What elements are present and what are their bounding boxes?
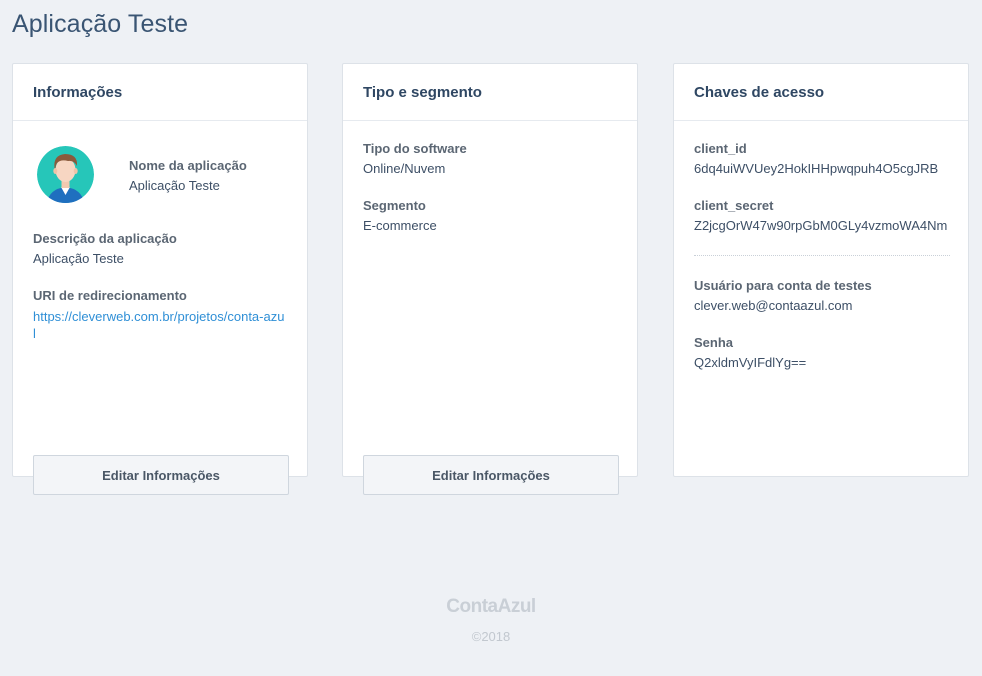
client-secret-field: client_secret Z2jcgOrW47w90rpGbM0GLy4vzm… xyxy=(694,198,948,234)
edit-segment-button[interactable]: Editar Informações xyxy=(363,455,619,495)
redirect-uri-link[interactable]: https://cleverweb.com.br/projetos/conta-… xyxy=(33,308,287,342)
segment-value: E-commerce xyxy=(363,218,437,233)
client-id-value[interactable]: 6dq4uiWVUey2HokIHHpwqpuh4O5cgJRB xyxy=(694,161,948,177)
password-field: Senha Q2xldmVyIFdlYg== xyxy=(694,335,948,371)
test-user-label: Usuário para conta de testes xyxy=(694,278,872,293)
test-user-value[interactable]: clever.web@contaazul.com xyxy=(694,298,948,314)
software-type-field: Tipo do software Online/Nuvem xyxy=(363,141,617,177)
access-keys-card-title: Chaves de acesso xyxy=(674,64,968,121)
password-value[interactable]: Q2xldmVyIFdlYg== xyxy=(694,355,948,371)
segment-card: Tipo e segmento Tipo do software Online/… xyxy=(342,63,638,495)
software-type-value: Online/Nuvem xyxy=(363,161,446,176)
redirect-uri-label: URI de redirecionamento xyxy=(33,288,187,303)
edit-info-button[interactable]: Editar Informações xyxy=(33,455,289,495)
access-keys-card: Chaves de acesso client_id 6dq4uiWVUey2H… xyxy=(673,63,969,477)
keys-divider xyxy=(694,255,950,256)
info-card: Informações Nome da aplicação Aplicação … xyxy=(12,63,308,495)
page-title: Aplicação Teste xyxy=(12,10,189,38)
description-field: Descrição da aplicação Aplicação Teste xyxy=(33,231,287,267)
segment-card-title: Tipo e segmento xyxy=(343,64,637,121)
footer-copyright: ©2018 xyxy=(471,629,511,644)
info-card-title: Informações xyxy=(13,64,307,121)
client-id-label: client_id xyxy=(694,141,747,156)
segment-label: Segmento xyxy=(363,198,426,213)
description-label: Descrição da aplicação xyxy=(33,231,177,246)
software-type-label: Tipo do software xyxy=(363,141,467,156)
description-value: Aplicação Teste xyxy=(33,251,124,266)
password-label: Senha xyxy=(694,335,734,350)
segment-field: Segmento E-commerce xyxy=(363,198,617,234)
client-id-field: client_id 6dq4uiWVUey2HokIHHpwqpuh4O5cgJ… xyxy=(694,141,948,177)
client-secret-label: client_secret xyxy=(694,198,774,213)
client-secret-value[interactable]: Z2jcgOrW47w90rpGbM0GLy4vzmoWA4Nm xyxy=(694,218,948,234)
redirect-uri-field: URI de redirecionamento https://cleverwe… xyxy=(33,288,287,342)
contaazul-logo: ContaAzul xyxy=(446,596,536,617)
test-user-field: Usuário para conta de testes clever.web@… xyxy=(694,278,948,314)
